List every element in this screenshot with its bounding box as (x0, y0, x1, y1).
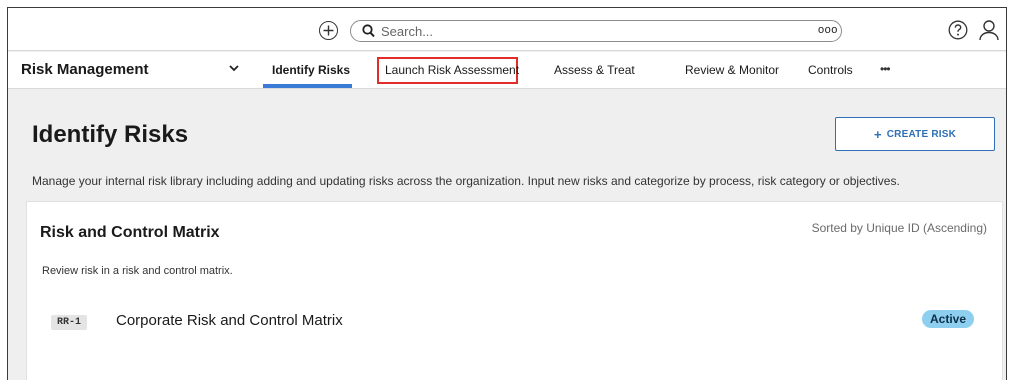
sort-label[interactable]: Sorted by Unique ID (Ascending) (812, 221, 987, 235)
top-bar: ooo (8, 8, 1006, 51)
help-icon[interactable] (948, 20, 968, 40)
page-title: Identify Risks (32, 121, 189, 148)
module-selector[interactable]: Risk Management (21, 61, 149, 78)
page-description: Manage your internal risk library includ… (32, 174, 900, 188)
tab-controls[interactable]: Controls (808, 63, 853, 77)
chevron-down-icon[interactable] (229, 65, 239, 72)
matrix-card: Risk and Control Matrix Sorted by Unique… (26, 201, 1003, 380)
create-risk-label: CREATE RISK (886, 128, 957, 140)
tab-launch-risk-assessment[interactable]: Launch Risk Assessment (385, 63, 519, 77)
row-name-link[interactable]: Corporate Risk and Control Matrix (116, 312, 343, 329)
user-icon[interactable] (978, 19, 1000, 41)
active-tab-indicator (263, 84, 352, 88)
search-input[interactable] (381, 23, 761, 39)
search-options-icon[interactable]: ooo (818, 24, 838, 36)
row-id-badge: RR-1 (51, 315, 88, 330)
list-item[interactable]: RR-1 Corporate Risk and Control Matrix A… (27, 302, 1002, 336)
more-tabs-icon[interactable]: ••• (880, 62, 891, 76)
app-window: ooo Risk Management Identify Risks Launc… (7, 7, 1007, 380)
card-title: Risk and Control Matrix (40, 224, 220, 241)
create-risk-button[interactable]: + CREATE RISK (835, 117, 995, 151)
card-description: Review risk in a risk and control matrix… (42, 265, 233, 277)
search-icon (362, 24, 375, 38)
module-nav: Risk Management Identify Risks Launch Ri… (8, 52, 1006, 89)
tab-identify-risks[interactable]: Identify Risks (272, 63, 350, 77)
search-bar[interactable]: ooo (350, 20, 842, 42)
add-icon[interactable] (319, 21, 338, 40)
tab-assess-treat[interactable]: Assess & Treat (554, 63, 635, 77)
plus-icon: + (873, 126, 882, 142)
tab-review-monitor[interactable]: Review & Monitor (685, 63, 779, 77)
status-badge: Active (922, 310, 975, 328)
